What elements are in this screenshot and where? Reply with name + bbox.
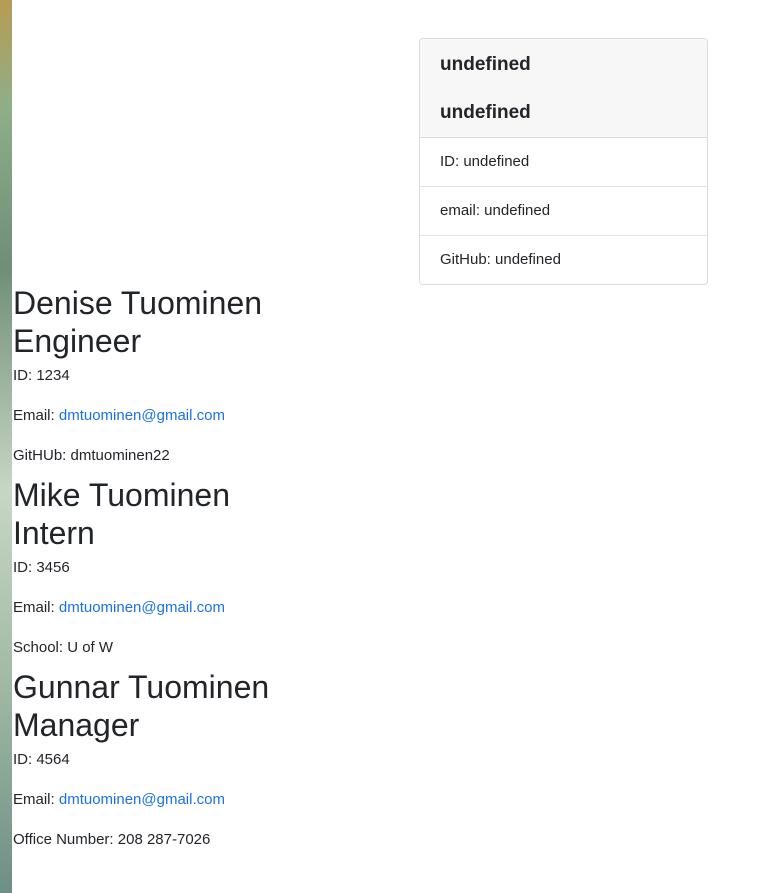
employee-email-line: Email: dmtuominen@gmail.com [13,588,373,628]
employee-name: Mike Tuominen Intern [13,476,373,552]
page: undefined undefined ID: undefined email:… [0,0,765,893]
employee-name: Gunnar Tuominen Manager [13,668,373,744]
card-item-id: ID: undefined [420,138,707,187]
employee-name-text: Mike Tuominen [13,477,230,513]
employee-school: School: U of W [13,639,114,656]
employee-entry: Mike Tuominen Intern ID: 3456 Email: dmt… [13,476,373,668]
employee-email-line: Email: dmtuominen@gmail.com [13,396,373,436]
employee-email-line: Email: dmtuominen@gmail.com [13,780,373,820]
employee-role: Engineer [13,323,142,359]
employee-name-text: Gunnar Tuominen [13,669,270,705]
card-list: ID: undefined email: undefined GitHub: u… [420,138,707,284]
employee-id: ID: 1234 [13,367,70,384]
employee-role: Manager [13,707,140,743]
employee-email-link[interactable]: dmtuominen@gmail.com [59,599,225,616]
employee-entry: Gunnar Tuominen Manager ID: 4564 Email: … [13,668,373,860]
card-item-github: GitHub: undefined [440,251,561,268]
employee-name-text: Denise Tuominen [13,285,263,321]
profile-card: undefined undefined ID: undefined email:… [419,38,708,285]
card-item-email: email: undefined [420,187,707,236]
card-subtitle: undefined [440,102,531,123]
employee-office-number: Office Number: 208 287-7026 [13,831,211,848]
employee-id: ID: 3456 [13,559,70,576]
card-title: undefined [440,54,531,75]
employee-email-link[interactable]: dmtuominen@gmail.com [59,791,225,808]
card-header: undefined undefined [420,39,707,138]
employee-email-prefix: Email: [13,407,55,424]
employee-email-prefix: Email: [13,599,55,616]
employee-id: ID: 4564 [13,751,70,768]
employee-role: Intern [13,515,95,551]
employee-email-prefix: Email: [13,791,55,808]
employee-entry: Denise Tuominen Engineer ID: 1234 Email:… [13,284,373,476]
background-image-strip [0,0,12,893]
employee-email-link[interactable]: dmtuominen@gmail.com [59,407,225,424]
employee-name: Denise Tuominen Engineer [13,284,373,360]
employee-list: Denise Tuominen Engineer ID: 1234 Email:… [13,284,373,860]
employee-github: GitHUb: dmtuominen22 [13,447,170,464]
